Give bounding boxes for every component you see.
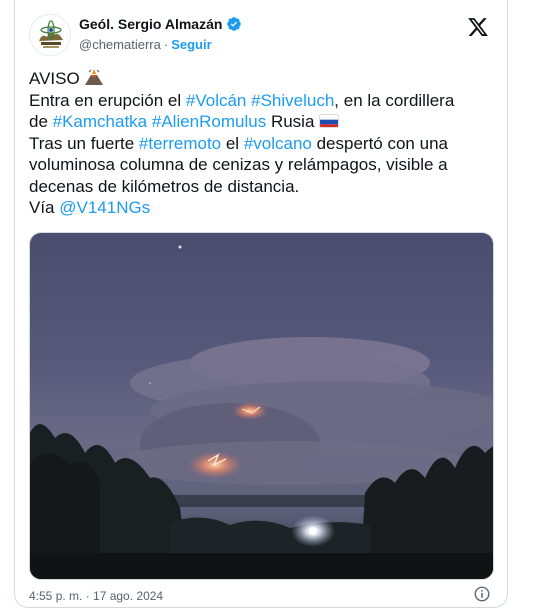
tweet-timestamp[interactable]: 4:55 p. m. · 17 ago. 2024 xyxy=(29,589,163,603)
author-handle-row: @chematierra · Seguir xyxy=(79,37,212,52)
tweet-footer: 4:55 p. m. · 17 ago. 2024 xyxy=(29,586,493,605)
tweet-line-7: Vía @V141NGs xyxy=(29,197,499,219)
tweet-line-4: Tras un fuerte #terremoto el #volcano de… xyxy=(29,133,499,155)
info-icon[interactable] xyxy=(473,585,491,603)
hashtag-volcan[interactable]: #Volcán xyxy=(186,91,247,110)
avatar[interactable] xyxy=(29,14,71,56)
tweet-text: AVISO Entra en erupción el #Volcán #Shiv… xyxy=(29,68,499,219)
tweet-embed-card: Geól. Sergio Almazán @chematierra · Segu… xyxy=(14,0,508,608)
tweet-text-segment: despertó con una xyxy=(311,133,448,153)
tweet-text-segment: Entra en erupción el xyxy=(29,90,186,110)
tweet-text-segment: Tras un fuerte xyxy=(29,133,139,153)
x-logo-icon[interactable] xyxy=(467,16,489,38)
tweet-line-6: decenas de kilómetros de distancia. xyxy=(29,176,300,196)
handle-separator: · xyxy=(163,37,169,52)
tweet-text-segment: de xyxy=(29,112,53,131)
tweet-text-segment: Vía xyxy=(29,198,60,217)
tweet-text-segment: , en la cordillera xyxy=(334,90,455,110)
tweet-line-2: Entra en erupción el #Volcán #Shiveluch,… xyxy=(29,90,499,112)
author-handle[interactable]: @chematierra xyxy=(79,37,161,52)
volcano-emoji-icon xyxy=(85,69,104,85)
tweet-line-1: AVISO xyxy=(29,68,499,90)
hashtag-terremoto[interactable]: #terremoto xyxy=(139,134,221,153)
tweet-aviso: AVISO xyxy=(29,69,80,88)
follow-button[interactable]: Seguir xyxy=(171,37,211,52)
tweet-line-3: de #Kamchatka #AlienRomulus Rusia xyxy=(29,111,499,133)
tweet-text-segment: Rusia xyxy=(266,112,320,131)
tweet-header: Geól. Sergio Almazán @chematierra · Segu… xyxy=(29,12,493,60)
tweet-text-segment: el xyxy=(221,133,244,153)
verified-badge-icon xyxy=(227,17,242,31)
tweet-photo[interactable] xyxy=(29,232,494,580)
mention-link[interactable]: @V141NGs xyxy=(59,198,150,217)
tweet-line-5: voluminosa columna de cenizas y relámpag… xyxy=(29,155,448,174)
author-name[interactable]: Geól. Sergio Almazán xyxy=(79,16,222,32)
hashtag-shiveluch[interactable]: #Shiveluch xyxy=(251,91,334,110)
volcano-eruption-photo xyxy=(30,233,493,579)
author-name-row: Geól. Sergio Almazán xyxy=(79,16,242,32)
hashtag-kamchatka[interactable]: #Kamchatka xyxy=(53,112,148,131)
hashtag-alienromulus[interactable]: #AlienRomulus xyxy=(152,112,266,131)
russia-flag-icon xyxy=(319,114,340,128)
hashtag-volcano[interactable]: #volcano xyxy=(244,134,312,153)
